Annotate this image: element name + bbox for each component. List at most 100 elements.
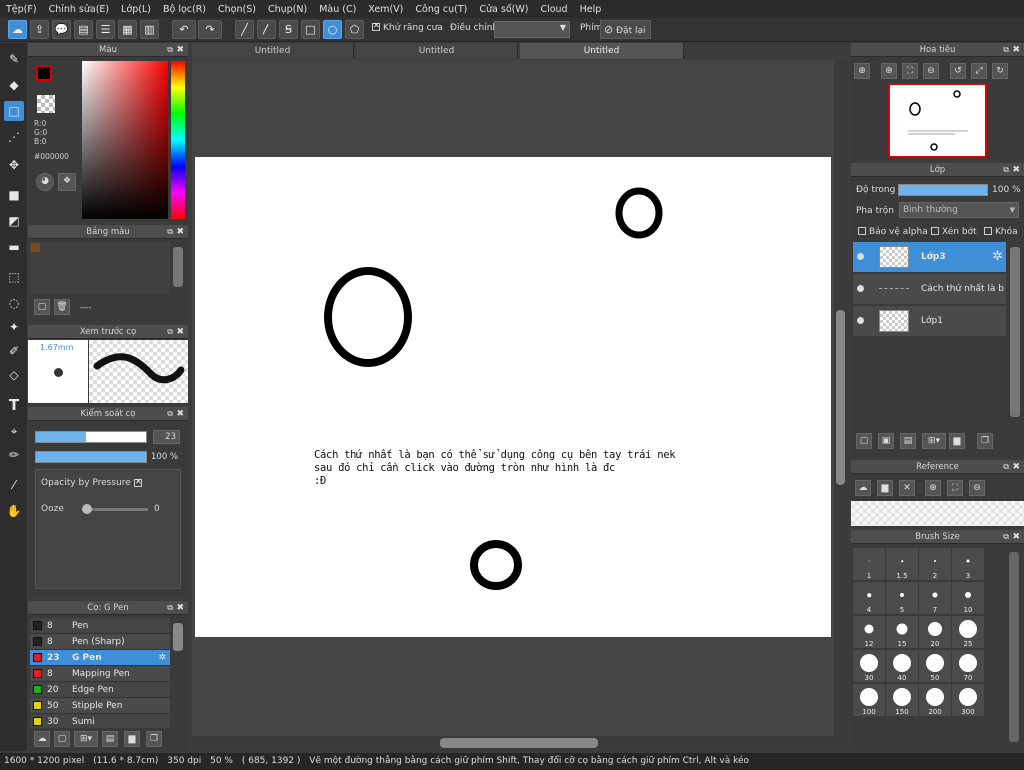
brush-size-cell[interactable]: 40 bbox=[886, 650, 918, 682]
lasso-tool-icon[interactable]: ◌ bbox=[4, 293, 24, 313]
dot-tool-icon[interactable]: ⋰ bbox=[4, 127, 24, 147]
canvas[interactable]: Cách thứ nhất là bạn có thể sử dụng công… bbox=[195, 157, 831, 637]
cloud-icon[interactable]: ☁ bbox=[8, 20, 27, 39]
zoom-in-2-icon[interactable]: ⊕ bbox=[881, 63, 897, 79]
popout-icon[interactable]: ⧉ bbox=[167, 43, 173, 57]
brush-size-cell[interactable]: 15 bbox=[886, 616, 918, 648]
list-icon[interactable]: ☰ bbox=[96, 20, 115, 39]
brush-size-cell[interactable]: 4 bbox=[853, 582, 885, 614]
menu-item-0[interactable]: Tệp(F) bbox=[0, 4, 43, 15]
new-layer-icon[interactable]: ▢ bbox=[856, 433, 872, 449]
layout-icon[interactable]: ▥ bbox=[140, 20, 159, 39]
zoom-out-icon[interactable]: ⊖ bbox=[923, 63, 939, 79]
menu-item-4[interactable]: Chọn(S) bbox=[212, 4, 262, 15]
folder-icon[interactable]: ▆ bbox=[124, 731, 140, 747]
close-icon[interactable]: ✖ bbox=[1012, 530, 1020, 544]
undo-icon[interactable]: ↶ bbox=[172, 20, 196, 39]
opacity-pressure-checkbox[interactable] bbox=[134, 477, 142, 487]
popout-icon[interactable]: ⧉ bbox=[167, 407, 173, 421]
fill-rect-tool-icon[interactable]: ■ bbox=[4, 185, 24, 205]
brush-tool-icon[interactable]: ✎ bbox=[4, 49, 24, 69]
magic-wand-tool-icon[interactable]: ✦ bbox=[4, 317, 24, 337]
popout-icon[interactable]: ⧉ bbox=[1003, 460, 1009, 474]
bucket-tool-icon[interactable]: ◩ bbox=[4, 211, 24, 231]
rotate-left-icon[interactable]: ↺ bbox=[950, 63, 966, 79]
comment-icon[interactable]: 💬 bbox=[52, 20, 71, 39]
brush-list-item[interactable]: 23 G Pen ✲ bbox=[30, 650, 170, 666]
reference-cloud-icon[interactable]: ☁ bbox=[855, 480, 871, 496]
close-icon[interactable]: ✖ bbox=[1012, 460, 1020, 474]
divide-tool-icon[interactable]: ✏ bbox=[4, 445, 24, 465]
reset-button[interactable]: ⊘ Đặt lại bbox=[600, 20, 651, 39]
eye-icon[interactable] bbox=[857, 317, 864, 324]
reference-zoom-out-icon[interactable]: ⊖ bbox=[969, 480, 985, 496]
color-settings-icon[interactable]: ❖ bbox=[58, 173, 76, 191]
brush-size-scrollbar[interactable] bbox=[1009, 552, 1019, 742]
brush-size-cell[interactable]: 2 bbox=[919, 548, 951, 580]
brush-size-cell[interactable]: 100 bbox=[853, 684, 885, 716]
text-tool-icon[interactable]: T bbox=[4, 395, 24, 415]
clipping-checkbox[interactable]: Xén bớt bbox=[931, 227, 977, 237]
hue-slider[interactable] bbox=[171, 61, 185, 219]
brush-size-cell[interactable]: 30 bbox=[853, 650, 885, 682]
redo-icon[interactable]: ↷ bbox=[198, 20, 222, 39]
trash-icon[interactable]: 🗑 bbox=[54, 299, 70, 315]
menu-item-6[interactable]: Màu (C) bbox=[313, 4, 362, 15]
layer-item[interactable]: Lớp1 bbox=[853, 306, 1006, 336]
duplicate-icon[interactable]: ❐ bbox=[146, 731, 162, 747]
menu-item-9[interactable]: Cửa sổ(W) bbox=[473, 4, 534, 15]
popout-icon[interactable]: ⧉ bbox=[1003, 163, 1009, 177]
menu-item-2[interactable]: Lớp(L) bbox=[115, 4, 157, 15]
new-layer-2-icon[interactable]: ▣ bbox=[878, 433, 894, 449]
select-eraser-tool-icon[interactable]: ◇ bbox=[4, 365, 24, 385]
eyedropper-tool-icon[interactable]: ⁄ bbox=[4, 475, 24, 495]
menu-item-1[interactable]: Chỉnh sửa(E) bbox=[43, 4, 116, 15]
brush-size-cell[interactable]: 5 bbox=[886, 582, 918, 614]
layer-add-menu-icon[interactable]: ⊞▾ bbox=[922, 433, 946, 449]
reference-zoom-in-icon[interactable]: ⊕ bbox=[925, 480, 941, 496]
gradient-tool-icon[interactable]: ▬ bbox=[4, 237, 24, 257]
shape-tool-icon[interactable]: □ bbox=[4, 101, 24, 121]
eraser-tool-icon[interactable]: ◆ bbox=[4, 75, 24, 95]
ooze-slider[interactable] bbox=[84, 508, 148, 511]
new-page-icon[interactable]: ▢ bbox=[34, 299, 50, 315]
brush-size-cell[interactable]: 300 bbox=[952, 684, 984, 716]
ooze-slider-handle[interactable] bbox=[82, 504, 92, 514]
transparent-color-swatch[interactable] bbox=[37, 95, 55, 113]
brush-list-item[interactable]: 30 Sumi bbox=[30, 714, 170, 728]
cloud-download-icon[interactable]: ☁ bbox=[34, 731, 50, 747]
note-icon[interactable]: ▤ bbox=[74, 20, 93, 39]
layer-item[interactable]: Cách thứ nhất là b bbox=[853, 274, 1006, 304]
new-brush-icon[interactable]: ▢ bbox=[54, 731, 70, 747]
eye-icon[interactable] bbox=[857, 285, 864, 292]
brush-list-scrollbar[interactable] bbox=[173, 623, 183, 651]
tab-document-3[interactable]: Untitled bbox=[520, 43, 684, 59]
tab-document-2[interactable]: Untitled bbox=[356, 43, 518, 59]
color-picker-area[interactable] bbox=[82, 61, 168, 219]
rectangle-tool-icon[interactable]: □ bbox=[301, 20, 320, 39]
layer-folder-icon[interactable]: ▆ bbox=[949, 433, 965, 449]
vertical-scrollbar[interactable] bbox=[836, 310, 845, 485]
brush-add-menu-icon[interactable]: ⊞▾ bbox=[74, 731, 98, 747]
menu-item-5[interactable]: Chụp(N) bbox=[262, 4, 313, 15]
reference-fit-icon[interactable]: ⛶ bbox=[947, 480, 963, 496]
protect-alpha-checkbox[interactable]: Bảo vệ alpha bbox=[858, 227, 928, 237]
ellipse-tool-icon[interactable]: ○ bbox=[323, 20, 342, 39]
gear-icon[interactable]: ✲ bbox=[158, 650, 166, 666]
line-tool-icon[interactable]: ╱ bbox=[235, 20, 254, 39]
palette-icon[interactable]: ◕ bbox=[36, 173, 54, 191]
foreground-color-swatch[interactable] bbox=[36, 65, 52, 81]
brush-list-item[interactable]: 8 Mapping Pen bbox=[30, 666, 170, 682]
menu-item-8[interactable]: Công cụ(T) bbox=[409, 4, 473, 15]
palette-scrollbar[interactable] bbox=[173, 247, 183, 287]
menu-item-10[interactable]: Cloud bbox=[534, 4, 573, 15]
new-layer-3-icon[interactable]: ▤ bbox=[900, 433, 916, 449]
brush-size-cell[interactable]: 1 bbox=[853, 548, 885, 580]
close-icon[interactable]: ✖ bbox=[1012, 163, 1020, 177]
reference-image-area[interactable] bbox=[851, 501, 1024, 526]
brush-list-item[interactable]: 8 Pen (Sharp) bbox=[30, 634, 170, 650]
brush-size-cell[interactable]: 25 bbox=[952, 616, 984, 648]
popout-icon[interactable]: ⧉ bbox=[1003, 530, 1009, 544]
popout-icon[interactable]: ⧉ bbox=[167, 325, 173, 339]
close-icon[interactable]: ✖ bbox=[176, 601, 184, 615]
